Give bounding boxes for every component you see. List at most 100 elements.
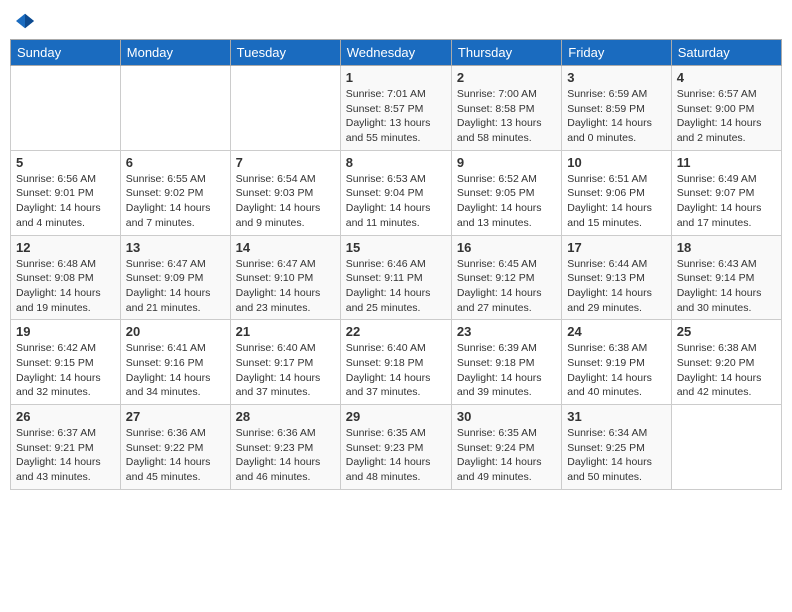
day-info: Sunrise: 6:48 AMSunset: 9:08 PMDaylight:… xyxy=(16,258,101,314)
day-number: 5 xyxy=(16,155,115,170)
day-of-week-header: Friday xyxy=(562,40,671,66)
day-info: Sunrise: 6:59 AMSunset: 8:59 PMDaylight:… xyxy=(567,88,652,144)
day-of-week-header: Sunday xyxy=(11,40,121,66)
day-of-week-header: Tuesday xyxy=(230,40,340,66)
day-info: Sunrise: 6:47 AMSunset: 9:10 PMDaylight:… xyxy=(236,258,321,314)
day-info: Sunrise: 6:38 AMSunset: 9:20 PMDaylight:… xyxy=(677,342,762,398)
day-number: 13 xyxy=(126,240,225,255)
day-info: Sunrise: 6:44 AMSunset: 9:13 PMDaylight:… xyxy=(567,258,652,314)
day-info: Sunrise: 6:47 AMSunset: 9:09 PMDaylight:… xyxy=(126,258,211,314)
day-info: Sunrise: 6:56 AMSunset: 9:01 PMDaylight:… xyxy=(16,173,101,229)
day-number: 16 xyxy=(457,240,556,255)
calendar-week-row: 19 Sunrise: 6:42 AMSunset: 9:15 PMDayligh… xyxy=(11,320,782,405)
calendar-day-cell: 13 Sunrise: 6:47 AMSunset: 9:09 PMDayligh… xyxy=(120,235,230,320)
calendar-day-cell: 24 Sunrise: 6:38 AMSunset: 9:19 PMDayligh… xyxy=(562,320,671,405)
day-info: Sunrise: 6:46 AMSunset: 9:11 PMDaylight:… xyxy=(346,258,431,314)
logo-icon xyxy=(16,12,34,30)
day-of-week-header: Thursday xyxy=(451,40,561,66)
day-info: Sunrise: 6:40 AMSunset: 9:18 PMDaylight:… xyxy=(346,342,431,398)
calendar-body: 1 Sunrise: 7:01 AMSunset: 8:57 PMDaylight… xyxy=(11,66,782,490)
day-number: 1 xyxy=(346,70,446,85)
day-number: 29 xyxy=(346,409,446,424)
day-number: 30 xyxy=(457,409,556,424)
day-info: Sunrise: 6:38 AMSunset: 9:19 PMDaylight:… xyxy=(567,342,652,398)
calendar-day-cell: 9 Sunrise: 6:52 AMSunset: 9:05 PMDaylight… xyxy=(451,150,561,235)
day-info: Sunrise: 6:36 AMSunset: 9:23 PMDaylight:… xyxy=(236,427,321,483)
header xyxy=(10,10,782,31)
day-info: Sunrise: 6:37 AMSunset: 9:21 PMDaylight:… xyxy=(16,427,101,483)
day-number: 25 xyxy=(677,324,776,339)
calendar-day-cell: 25 Sunrise: 6:38 AMSunset: 9:20 PMDayligh… xyxy=(671,320,781,405)
calendar-day-cell: 28 Sunrise: 6:36 AMSunset: 9:23 PMDayligh… xyxy=(230,405,340,490)
calendar-day-cell: 26 Sunrise: 6:37 AMSunset: 9:21 PMDayligh… xyxy=(11,405,121,490)
day-number: 14 xyxy=(236,240,335,255)
day-info: Sunrise: 6:45 AMSunset: 9:12 PMDaylight:… xyxy=(457,258,542,314)
day-number: 10 xyxy=(567,155,665,170)
day-info: Sunrise: 6:34 AMSunset: 9:25 PMDaylight:… xyxy=(567,427,652,483)
calendar-day-cell: 22 Sunrise: 6:40 AMSunset: 9:18 PMDayligh… xyxy=(340,320,451,405)
calendar-day-cell: 1 Sunrise: 7:01 AMSunset: 8:57 PMDaylight… xyxy=(340,66,451,151)
calendar-day-cell: 6Sunrise: 6:55 AMSunset: 9:02 PMDaylight… xyxy=(120,150,230,235)
calendar-day-cell: 18Sunrise: 6:43 AMSunset: 9:14 PMDayligh… xyxy=(671,235,781,320)
calendar-day-cell: 14 Sunrise: 6:47 AMSunset: 9:10 PMDayligh… xyxy=(230,235,340,320)
calendar-day-cell: 10 Sunrise: 6:51 AMSunset: 9:06 PMDayligh… xyxy=(562,150,671,235)
day-info: Sunrise: 6:43 AMSunset: 9:14 PMDaylight:… xyxy=(677,258,762,314)
calendar-day-cell: 2 Sunrise: 7:00 AMSunset: 8:58 PMDaylight… xyxy=(451,66,561,151)
day-info: Sunrise: 6:36 AMSunset: 9:22 PMDaylight:… xyxy=(126,427,211,483)
calendar-table: SundayMondayTuesdayWednesdayThursdayFrid… xyxy=(10,39,782,490)
calendar-day-cell: 4 Sunrise: 6:57 AMSunset: 9:00 PMDaylight… xyxy=(671,66,781,151)
day-info: Sunrise: 6:49 AMSunset: 9:07 PMDaylight:… xyxy=(677,173,762,229)
day-number: 23 xyxy=(457,324,556,339)
day-info: Sunrise: 6:52 AMSunset: 9:05 PMDaylight:… xyxy=(457,173,542,229)
logo xyxy=(14,10,34,31)
calendar-day-cell: 27 Sunrise: 6:36 AMSunset: 9:22 PMDayligh… xyxy=(120,405,230,490)
calendar-day-cell: 17 Sunrise: 6:44 AMSunset: 9:13 PMDayligh… xyxy=(562,235,671,320)
calendar-day-cell: 30 Sunrise: 6:35 AMSunset: 9:24 PMDayligh… xyxy=(451,405,561,490)
day-number: 21 xyxy=(236,324,335,339)
calendar-day-cell: 11Sunrise: 6:49 AMSunset: 9:07 PMDayligh… xyxy=(671,150,781,235)
calendar-day-cell: 15Sunrise: 6:46 AMSunset: 9:11 PMDayligh… xyxy=(340,235,451,320)
day-number: 9 xyxy=(457,155,556,170)
day-number: 22 xyxy=(346,324,446,339)
calendar-week-row: 26 Sunrise: 6:37 AMSunset: 9:21 PMDayligh… xyxy=(11,405,782,490)
day-info: Sunrise: 6:40 AMSunset: 9:17 PMDaylight:… xyxy=(236,342,321,398)
day-number: 2 xyxy=(457,70,556,85)
day-info: Sunrise: 6:53 AMSunset: 9:04 PMDaylight:… xyxy=(346,173,431,229)
days-of-week-row: SundayMondayTuesdayWednesdayThursdayFrid… xyxy=(11,40,782,66)
day-number: 28 xyxy=(236,409,335,424)
calendar-day-cell xyxy=(120,66,230,151)
calendar-week-row: 1 Sunrise: 7:01 AMSunset: 8:57 PMDaylight… xyxy=(11,66,782,151)
day-info: Sunrise: 6:35 AMSunset: 9:24 PMDaylight:… xyxy=(457,427,542,483)
calendar-day-cell: 29 Sunrise: 6:35 AMSunset: 9:23 PMDayligh… xyxy=(340,405,451,490)
day-number: 26 xyxy=(16,409,115,424)
day-number: 7 xyxy=(236,155,335,170)
day-number: 8 xyxy=(346,155,446,170)
day-number: 17 xyxy=(567,240,665,255)
calendar-week-row: 5 Sunrise: 6:56 AMSunset: 9:01 PMDaylight… xyxy=(11,150,782,235)
calendar-day-cell: 21 Sunrise: 6:40 AMSunset: 9:17 PMDayligh… xyxy=(230,320,340,405)
calendar-day-cell xyxy=(230,66,340,151)
calendar-day-cell xyxy=(11,66,121,151)
day-info: Sunrise: 7:01 AMSunset: 8:57 PMDaylight:… xyxy=(346,88,431,144)
day-number: 19 xyxy=(16,324,115,339)
day-info: Sunrise: 6:55 AMSunset: 9:02 PMDaylight:… xyxy=(126,173,211,229)
day-info: Sunrise: 6:35 AMSunset: 9:23 PMDaylight:… xyxy=(346,427,431,483)
calendar-week-row: 12Sunrise: 6:48 AMSunset: 9:08 PMDayligh… xyxy=(11,235,782,320)
day-info: Sunrise: 6:57 AMSunset: 9:00 PMDaylight:… xyxy=(677,88,762,144)
day-of-week-header: Monday xyxy=(120,40,230,66)
calendar-day-cell: 20Sunrise: 6:41 AMSunset: 9:16 PMDayligh… xyxy=(120,320,230,405)
calendar-day-cell: 12Sunrise: 6:48 AMSunset: 9:08 PMDayligh… xyxy=(11,235,121,320)
day-info: Sunrise: 6:42 AMSunset: 9:15 PMDaylight:… xyxy=(16,342,101,398)
day-of-week-header: Saturday xyxy=(671,40,781,66)
calendar-day-cell: 3 Sunrise: 6:59 AMSunset: 8:59 PMDaylight… xyxy=(562,66,671,151)
day-number: 4 xyxy=(677,70,776,85)
day-info: Sunrise: 6:39 AMSunset: 9:18 PMDaylight:… xyxy=(457,342,542,398)
day-info: Sunrise: 7:00 AMSunset: 8:58 PMDaylight:… xyxy=(457,88,542,144)
day-number: 3 xyxy=(567,70,665,85)
day-info: Sunrise: 6:51 AMSunset: 9:06 PMDaylight:… xyxy=(567,173,652,229)
day-number: 27 xyxy=(126,409,225,424)
day-number: 24 xyxy=(567,324,665,339)
day-number: 31 xyxy=(567,409,665,424)
calendar-day-cell: 16 Sunrise: 6:45 AMSunset: 9:12 PMDayligh… xyxy=(451,235,561,320)
day-of-week-header: Wednesday xyxy=(340,40,451,66)
